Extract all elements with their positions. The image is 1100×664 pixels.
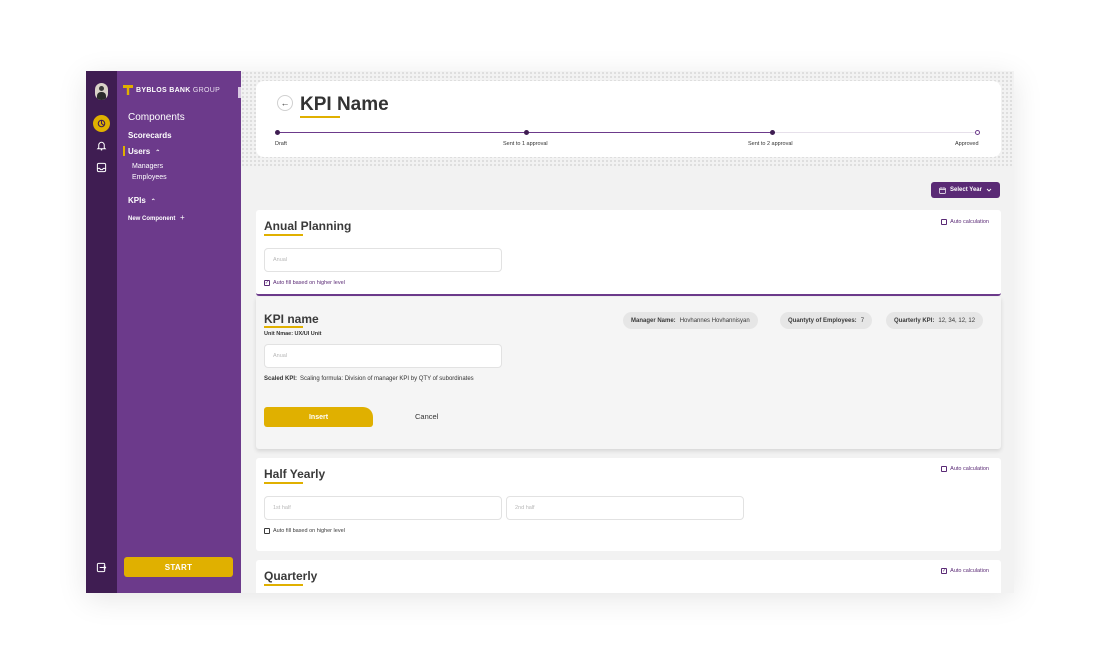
employees-label: Quantyty of Employees: xyxy=(788,317,857,324)
checkbox-icon xyxy=(941,219,948,225)
auto-calculation-toggle[interactable]: ✓ Auto calculation xyxy=(941,568,989,574)
brand-suffix: GROUP xyxy=(192,86,221,94)
page-title: KPI Name xyxy=(300,94,389,115)
sidebar-item-label: KPIs xyxy=(128,196,146,205)
employees-pill: Quantyty of Employees: 7 xyxy=(780,312,873,329)
select-year-label: Select Year xyxy=(950,187,982,193)
inbox-icon[interactable] xyxy=(94,160,109,175)
employees-value: 7 xyxy=(860,317,865,324)
second-half-input[interactable]: 2nd half xyxy=(506,496,744,520)
annual-input[interactable]: Anual xyxy=(264,248,502,272)
cancel-button[interactable]: Cancel xyxy=(415,412,438,421)
autofill-checkbox[interactable]: ✓ Auto fill based on higher level xyxy=(264,280,345,286)
kpi-input[interactable]: Anual xyxy=(264,344,502,368)
step-label-approval-2: Sent to 2 approval xyxy=(748,141,793,147)
brand-name: BYBLOS BANK xyxy=(136,86,191,94)
checkbox-checked-icon: ✓ xyxy=(264,279,270,286)
quarterly-kpi-label: Quarterly KPI: xyxy=(894,317,935,324)
step-label-approved: Approved xyxy=(955,141,979,147)
calendar-icon xyxy=(939,186,946,194)
home-icon[interactable] xyxy=(93,115,110,132)
autofill-label: Auto fill based on higher level xyxy=(273,280,345,286)
manager-name-pill: Manager Name: Hovhannes Hovhannisyan xyxy=(623,312,758,329)
bell-icon[interactable] xyxy=(94,138,109,153)
quarterly-card: Quarterly ✓ Auto calculation xyxy=(256,560,1001,593)
step-label-draft: Draft xyxy=(275,141,287,147)
title-underline xyxy=(264,584,303,586)
annual-planning-title: Anual Planning xyxy=(264,219,352,233)
sidebar-heading: Components xyxy=(128,112,185,123)
select-year-button[interactable]: Select Year xyxy=(931,182,1000,198)
auto-calculation-toggle[interactable]: Auto calculation xyxy=(941,219,989,225)
start-button[interactable]: START xyxy=(124,557,233,577)
app-window: BYBLOS BANK GROUP ‹ Components Scorecard… xyxy=(86,71,1014,593)
sidebar-item-employees[interactable]: Employees xyxy=(132,174,167,181)
title-underline xyxy=(264,482,303,484)
avatar[interactable] xyxy=(95,83,108,100)
first-half-input[interactable]: 1st half xyxy=(264,496,502,520)
step-dot-approved xyxy=(975,130,980,135)
kpi-title: KPI name xyxy=(264,312,319,326)
sidebar-item-managers[interactable]: Managers xyxy=(132,163,163,170)
chevron-down-icon xyxy=(986,188,992,192)
back-button[interactable]: ← xyxy=(277,95,293,111)
unit-name: Unit Nmae: UX/UI Unit xyxy=(264,331,322,337)
step-label-approval-1: Sent to 1 approval xyxy=(503,141,548,147)
half-yearly-card: Half Yearly Auto calculation 1st half 2n… xyxy=(256,458,1001,551)
main-content: ← KPI Name Draft Sent to 1 approval Sent… xyxy=(241,71,1014,593)
quarterly-kpi-value: 12, 34, 12, 12 xyxy=(938,317,976,324)
quarterly-kpi-pill: Quarterly KPI: 12, 34, 12, 12 xyxy=(886,312,984,329)
auto-calculation-label: Auto calculation xyxy=(950,219,989,225)
scaled-kpi: Scaled KPI: Scaling formula: Division of … xyxy=(264,376,474,382)
autofill-checkbox[interactable]: Auto fill based on higher level xyxy=(264,528,345,534)
sidebar-item-new-component[interactable]: New Component + xyxy=(128,213,185,222)
auto-calculation-label: Auto calculation xyxy=(950,568,989,574)
sidebar: BYBLOS BANK GROUP ‹ Components Scorecard… xyxy=(117,71,247,593)
logo-mark-icon xyxy=(123,85,133,95)
scaled-kpi-value: Scaling formula: Division of manager KPI… xyxy=(300,376,474,382)
autofill-label: Auto fill based on higher level xyxy=(273,528,345,534)
step-dot-approval-1 xyxy=(524,130,529,135)
brand-logo: BYBLOS BANK GROUP xyxy=(123,85,220,95)
checkbox-icon xyxy=(941,466,948,472)
sidebar-item-kpis[interactable]: KPIs ⌃ xyxy=(128,196,156,205)
chevron-up-icon: ⌃ xyxy=(150,199,156,205)
insert-button[interactable]: Insert xyxy=(264,407,373,427)
checkbox-checked-icon: ✓ xyxy=(941,567,948,574)
active-indicator xyxy=(123,146,125,156)
sidebar-item-label: New Component xyxy=(128,216,176,222)
sidebar-item-label: Users xyxy=(128,147,151,156)
kpi-card: KPI name Unit Nmae: UX/UI Unit Manager N… xyxy=(256,297,1001,449)
stepper-track xyxy=(775,132,980,133)
title-underline xyxy=(264,234,303,236)
chevron-up-icon: ⌃ xyxy=(155,150,161,156)
auto-calculation-label: Auto calculation xyxy=(950,466,989,472)
title-underline xyxy=(264,326,303,328)
manager-value: Hovhannes Hovhannisyan xyxy=(679,317,750,324)
step-dot-draft xyxy=(275,130,280,135)
header-card: ← KPI Name Draft Sent to 1 approval Sent… xyxy=(256,81,1001,157)
logout-icon[interactable] xyxy=(94,560,109,575)
sidebar-item-users[interactable]: Users ⌃ xyxy=(128,147,160,156)
icon-rail xyxy=(86,71,117,593)
title-underline xyxy=(300,116,340,118)
annual-planning-card: Anual Planning Auto calculation Anual ✓ A… xyxy=(256,210,1001,296)
sidebar-item-scorecards[interactable]: Scorecards xyxy=(128,131,172,140)
plus-icon: + xyxy=(180,213,185,222)
checkbox-icon xyxy=(264,528,270,534)
manager-label: Manager Name: xyxy=(631,317,676,324)
quarterly-title: Quarterly xyxy=(264,569,318,583)
scaled-kpi-label: Scaled KPI: xyxy=(264,376,298,382)
step-dot-approval-2 xyxy=(770,130,775,135)
auto-calculation-toggle[interactable]: Auto calculation xyxy=(941,466,989,472)
half-yearly-title: Half Yearly xyxy=(264,467,326,481)
